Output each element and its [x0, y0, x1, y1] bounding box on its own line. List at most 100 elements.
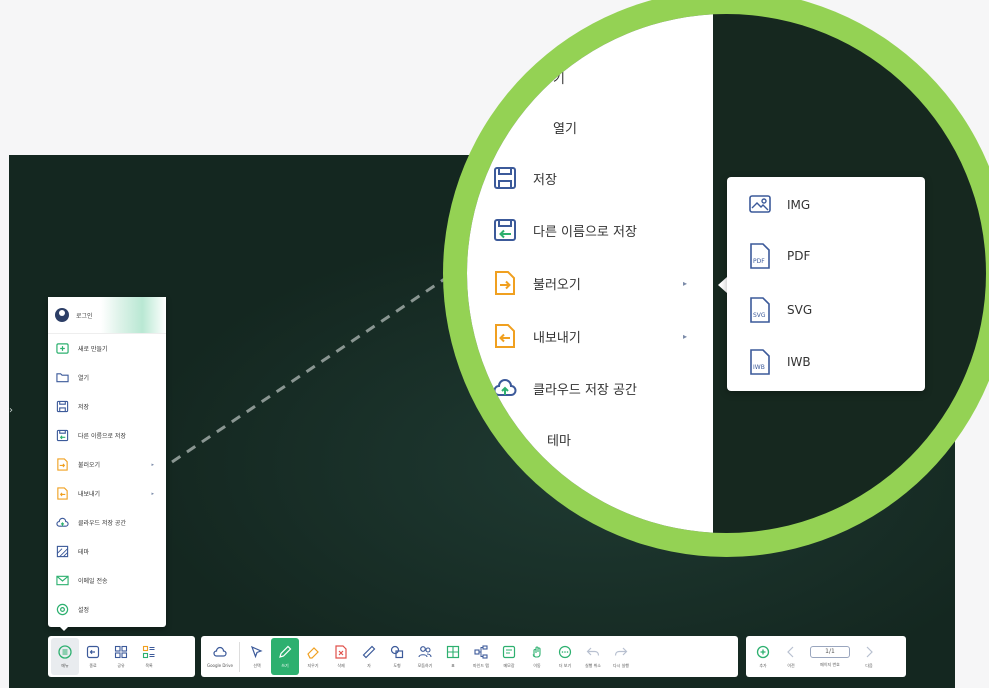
toolbar-menu-button[interactable]: 메뉴 [51, 638, 79, 675]
toolbar-label: 쓰기 [281, 662, 289, 668]
menu-item-cloud[interactable]: 클라우드 저장 공간 [48, 508, 166, 537]
add-page-icon [756, 645, 770, 658]
export-svg-option[interactable]: SVG SVG [749, 297, 812, 323]
toolbar-label: 이동 [533, 662, 541, 668]
toolbar-next-page-button[interactable]: 다음 [855, 638, 883, 675]
toolbar-redo-button[interactable]: 다시 실행 [607, 638, 635, 675]
zoom-item-open[interactable]: 열기 [553, 118, 577, 137]
export-pdf-option[interactable]: PDF PDF [749, 243, 810, 269]
toolbar-label: 다음 [865, 662, 873, 668]
whiteboard-app: { "colors": { "board": "#142720", "accen… [0, 0, 989, 688]
svg-text:PDF: PDF [753, 258, 765, 265]
toolbar-more-button[interactable]: 더 보기 [551, 638, 579, 675]
menu-item-label: 불러오기 [78, 462, 101, 469]
menu-item-email[interactable]: 이메일 전송 [48, 566, 166, 595]
cloud-upload-icon [493, 379, 517, 396]
submenu-pointer [718, 277, 727, 293]
zoom-item-save[interactable]: 저장 [493, 166, 557, 190]
export-iwb-option[interactable]: IWB IWB [749, 349, 811, 375]
toolbar-label: 메모장 [503, 662, 515, 668]
toolbar-left-group: 메뉴 종료 공유 목록 [48, 636, 195, 677]
toolbar-table-button[interactable]: 표 [439, 638, 467, 675]
toolbar-label: 자 [367, 662, 371, 668]
image-file-icon [749, 195, 771, 213]
menu-item-export[interactable]: 내보내기 ▸ [48, 479, 166, 508]
save-icon [494, 167, 516, 189]
google-drive-icon [213, 646, 227, 657]
toolbar-memo-button[interactable]: 메모장 [495, 638, 523, 675]
menu-icon [58, 644, 72, 659]
toolbar-label: 종료 [89, 662, 97, 668]
main-menu-panel: 로그인 새로 만들기 열기 저장 다른 이름으로 저장 불러오기 ▸ 내보내기 … [48, 297, 166, 627]
toolbar-page-number[interactable]: 1/1 페이지 번호 [805, 638, 855, 675]
eraser-icon [307, 646, 319, 659]
login-row[interactable]: 로그인 [48, 297, 166, 334]
zoom-item-theme[interactable]: 테마 [547, 430, 571, 449]
toolbar-list-button[interactable]: 목록 [135, 638, 163, 675]
zoom-item-label: 내보내기 [533, 330, 581, 346]
toolbar-mindmap-button[interactable]: 마인드 맵 [467, 638, 495, 675]
svg-file-icon: SVG [750, 297, 770, 323]
toolbar-add-page-button[interactable]: 추가 [749, 638, 777, 675]
toolbar-exit-button[interactable]: 종료 [79, 638, 107, 675]
zoom-item-import[interactable]: 불러오기 ▸ [493, 271, 687, 295]
zoom-item-export[interactable]: 내보내기 ▸ [493, 324, 687, 348]
submenu-arrow-icon: ▸ [151, 461, 154, 468]
menu-item-label: 설정 [78, 607, 90, 614]
toolbar-group-button[interactable]: 모둠하기 [411, 638, 439, 675]
menu-item-settings[interactable]: 설정 [48, 595, 166, 624]
menu-item-open[interactable]: 열기 [48, 363, 166, 392]
toolbar-select-button[interactable]: 선택 [243, 638, 271, 675]
menu-item-import[interactable]: 불러오기 ▸ [48, 450, 166, 479]
ruler-icon [362, 645, 376, 658]
toolbar-label: 지우기 [307, 662, 319, 668]
page-number-box[interactable]: 1/1 [810, 645, 850, 658]
export-img-option[interactable]: IMG [749, 192, 810, 218]
toolbar-undo-button[interactable]: 실행 취소 [579, 638, 607, 675]
submenu-arrow-icon: ▸ [151, 490, 154, 497]
export-submenu: IMG PDF PDF SVG SVG IWB IWB [727, 177, 925, 391]
login-label: 로그인 [76, 312, 93, 320]
menu-item-label: 클라우드 저장 공간 [78, 520, 126, 527]
save-as-icon [494, 219, 516, 241]
toolbar-label: 추가 [759, 662, 767, 668]
shapes-icon [390, 645, 404, 658]
toolbar-shapes-button[interactable]: 도형 [383, 638, 411, 675]
toolbar-move-button[interactable]: 이동 [523, 638, 551, 675]
toolbar-label: 삭제 [337, 662, 345, 668]
side-collapse-handle[interactable]: › [9, 405, 15, 435]
toolbar-label: Google Drive [206, 663, 234, 668]
toolbar-label: 표 [451, 662, 455, 668]
zoom-item-label: 저장 [533, 172, 557, 188]
menu-item-save[interactable]: 저장 [48, 392, 166, 421]
svg-text:SVG: SVG [753, 312, 766, 319]
email-icon [56, 575, 69, 586]
toolbar-label: 선택 [253, 662, 261, 668]
toolbar-share-button[interactable]: 공유 [107, 638, 135, 675]
toolbar-google-drive-button[interactable]: Google Drive [204, 638, 236, 675]
toolbar-ruler-button[interactable]: 자 [355, 638, 383, 675]
toolbar-label: 더 보기 [558, 662, 572, 668]
menu-item-label: 저장 [78, 404, 90, 411]
menu-item-save-as[interactable]: 다른 이름으로 저장 [48, 421, 166, 450]
cloud-upload-icon [56, 517, 69, 527]
save-icon [56, 400, 69, 413]
folder-open-icon [56, 373, 69, 383]
toolbar-delete-button[interactable]: 삭제 [327, 638, 355, 675]
zoom-item-label: 테마 [547, 434, 571, 449]
menu-item-label: 테마 [78, 549, 90, 556]
toolbar-prev-page-button[interactable]: 이전 [777, 638, 805, 675]
zoom-item-cloud[interactable]: 클라우드 저장 공간 [493, 376, 637, 400]
zoom-item-save-as[interactable]: 다른 이름으로 저장 [493, 218, 637, 242]
zoom-item-label: 열기 [553, 122, 577, 137]
menu-item-label: 열기 [78, 375, 90, 382]
group-icon [418, 645, 432, 657]
chevron-right-icon [866, 646, 873, 657]
menu-item-new[interactable]: 새로 만들기 [48, 334, 166, 363]
toolbar-pen-button[interactable]: 쓰기 [271, 638, 299, 675]
new-file-icon [56, 343, 69, 354]
menu-item-theme[interactable]: 테마 [48, 537, 166, 566]
undo-icon [586, 647, 600, 656]
toolbar-eraser-button[interactable]: 지우기 [299, 638, 327, 675]
share-icon [114, 645, 128, 658]
